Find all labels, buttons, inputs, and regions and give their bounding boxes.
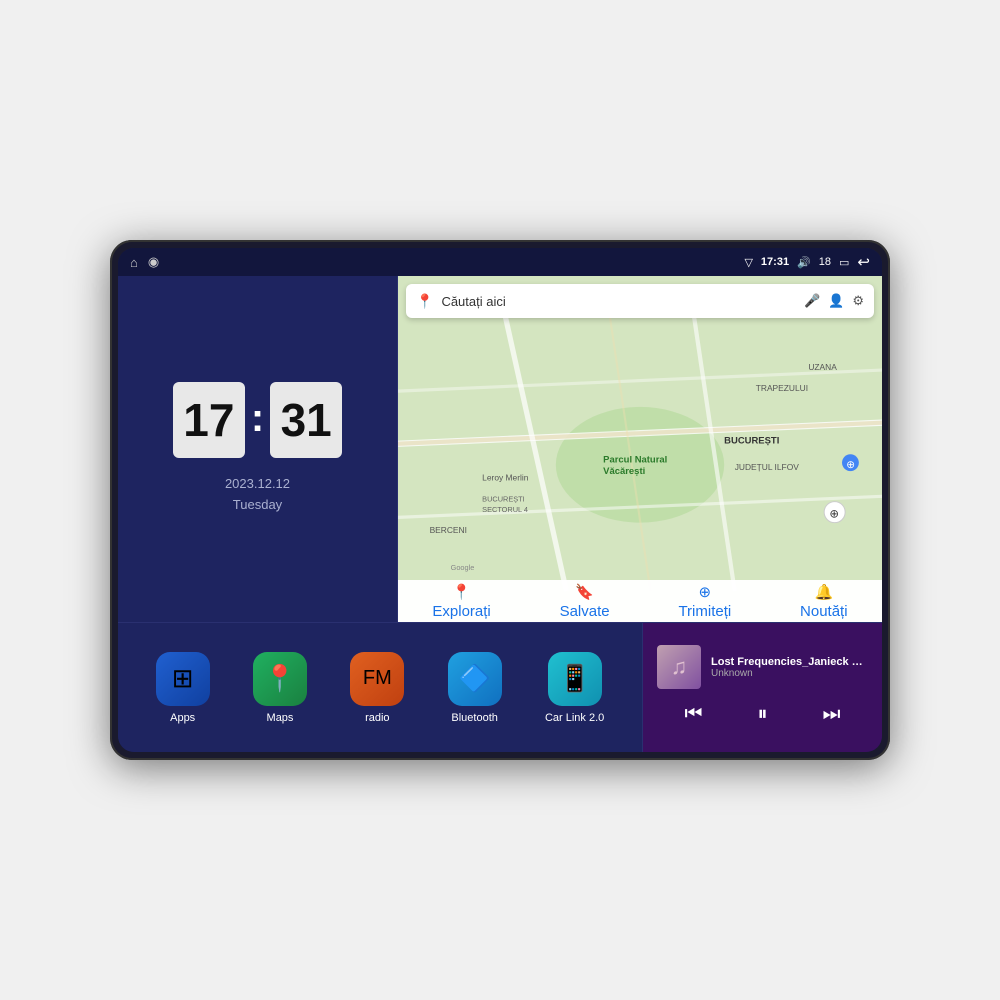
explore-icon: 📍 (452, 583, 471, 601)
svg-text:⊕: ⊕ (846, 459, 855, 471)
radio-icon: FM (350, 652, 404, 706)
device-frame: ⌂ ◉ ▽ 17:31 🔊 18 ▭ ↩ 17 : (110, 240, 890, 760)
bluetooth-icon: 🔷 (448, 652, 502, 706)
map-nav-send[interactable]: ⊕ Trimiteți (678, 583, 731, 620)
svg-text:BUCUREȘTI: BUCUREȘTI (482, 495, 525, 504)
map-search-icons: 🎤 👤 ⚙ (804, 293, 864, 309)
clock-colon: : (251, 396, 264, 441)
clock-display: 17 : 31 (173, 382, 342, 458)
map-nav-news[interactable]: 🔔 Noutăți (800, 583, 848, 620)
apps-icon: ⊞ (156, 652, 210, 706)
music-prev-button[interactable]: ⏮ (677, 699, 711, 730)
map-widget[interactable]: Parcul Natural Văcărești Leroy Merlin BU… (398, 276, 882, 622)
mic-icon[interactable]: 🎤 (804, 293, 820, 309)
app-radio[interactable]: FM radio (350, 652, 404, 724)
app-apps[interactable]: ⊞ Apps (156, 652, 210, 724)
app-bluetooth[interactable]: 🔷 Bluetooth (448, 652, 502, 724)
device-screen: ⌂ ◉ ▽ 17:31 🔊 18 ▭ ↩ 17 : (118, 248, 882, 752)
music-controls: ⏮ ⏸ ⏭ (657, 699, 868, 730)
map-bottom-bar: 📍 Explorați 🔖 Salvate ⊕ Trimiteți 🔔 (398, 580, 882, 622)
svg-text:Văcărești: Văcărești (603, 466, 645, 477)
top-row: 17 : 31 2023.12.12 Tuesday (118, 276, 882, 622)
music-play-button[interactable]: ⏸ (750, 699, 776, 730)
saved-icon: 🔖 (575, 583, 594, 601)
map-search-text[interactable]: Căutați aici (441, 294, 796, 309)
svg-text:JUDEȚUL ILFOV: JUDEȚUL ILFOV (735, 462, 800, 472)
send-icon: ⊕ (699, 583, 712, 601)
settings-map-icon[interactable]: ⚙ (852, 293, 864, 309)
signal-icon: ▽ (744, 256, 752, 269)
svg-text:UZANA: UZANA (808, 362, 837, 372)
main-content: 17 : 31 2023.12.12 Tuesday (118, 276, 882, 752)
volume-icon: 🔊 (797, 256, 811, 269)
nav-icon[interactable]: ◉ (148, 254, 159, 270)
music-info: Lost Frequencies_Janieck Devy-... Unknow… (711, 656, 868, 679)
clock-hours: 17 (173, 382, 245, 458)
map-svg: Parcul Natural Văcărești Leroy Merlin BU… (398, 276, 882, 622)
svg-text:Google: Google (451, 563, 475, 572)
clock-widget: 17 : 31 2023.12.12 Tuesday (118, 276, 398, 622)
battery-level: 18 (819, 256, 831, 268)
carlink-icon: 📱 (548, 652, 602, 706)
music-title: Lost Frequencies_Janieck Devy-... (711, 656, 868, 668)
svg-text:⊕: ⊕ (829, 508, 839, 520)
map-pin-icon: 📍 (416, 293, 433, 310)
map-search-bar[interactable]: 📍 Căutați aici 🎤 👤 ⚙ (406, 284, 874, 318)
clock-date: 2023.12.12 Tuesday (225, 474, 290, 516)
app-carlink[interactable]: 📱 Car Link 2.0 (545, 652, 604, 724)
svg-text:TRAPEZULUI: TRAPEZULUI (756, 383, 808, 393)
svg-text:Leroy Merlin: Leroy Merlin (482, 473, 529, 483)
home-icon[interactable]: ⌂ (130, 255, 138, 270)
battery-icon: ▭ (839, 256, 849, 269)
music-album-art: ♫ (657, 645, 701, 689)
map-nav-saved[interactable]: 🔖 Salvate (560, 583, 610, 620)
svg-text:BUCUREȘTI: BUCUREȘTI (724, 436, 779, 447)
map-nav-explore[interactable]: 📍 Explorați (432, 583, 490, 620)
bottom-row: ⊞ Apps 📍 Maps FM radio 🔷 Bluetooth (118, 622, 882, 752)
clock-minutes: 31 (270, 382, 342, 458)
back-icon[interactable]: ↩ (857, 253, 870, 271)
account-icon[interactable]: 👤 (828, 293, 844, 309)
maps-icon: 📍 (253, 652, 307, 706)
app-maps[interactable]: 📍 Maps (253, 652, 307, 724)
music-next-button[interactable]: ⏭ (815, 699, 849, 730)
music-artist: Unknown (711, 668, 868, 679)
svg-text:SECTORUL 4: SECTORUL 4 (482, 505, 528, 514)
svg-text:BERCENI: BERCENI (430, 525, 467, 535)
music-top: ♫ Lost Frequencies_Janieck Devy-... Unkn… (657, 645, 868, 689)
svg-text:Parcul Natural: Parcul Natural (603, 455, 667, 466)
apps-section: ⊞ Apps 📍 Maps FM radio 🔷 Bluetooth (118, 623, 642, 752)
status-right: ▽ 17:31 🔊 18 ▭ ↩ (744, 253, 870, 271)
news-icon: 🔔 (814, 583, 833, 601)
music-section: ♫ Lost Frequencies_Janieck Devy-... Unkn… (642, 623, 882, 752)
status-bar: ⌂ ◉ ▽ 17:31 🔊 18 ▭ ↩ (118, 248, 882, 276)
status-left: ⌂ ◉ (130, 254, 159, 270)
status-time: 17:31 (761, 256, 789, 268)
